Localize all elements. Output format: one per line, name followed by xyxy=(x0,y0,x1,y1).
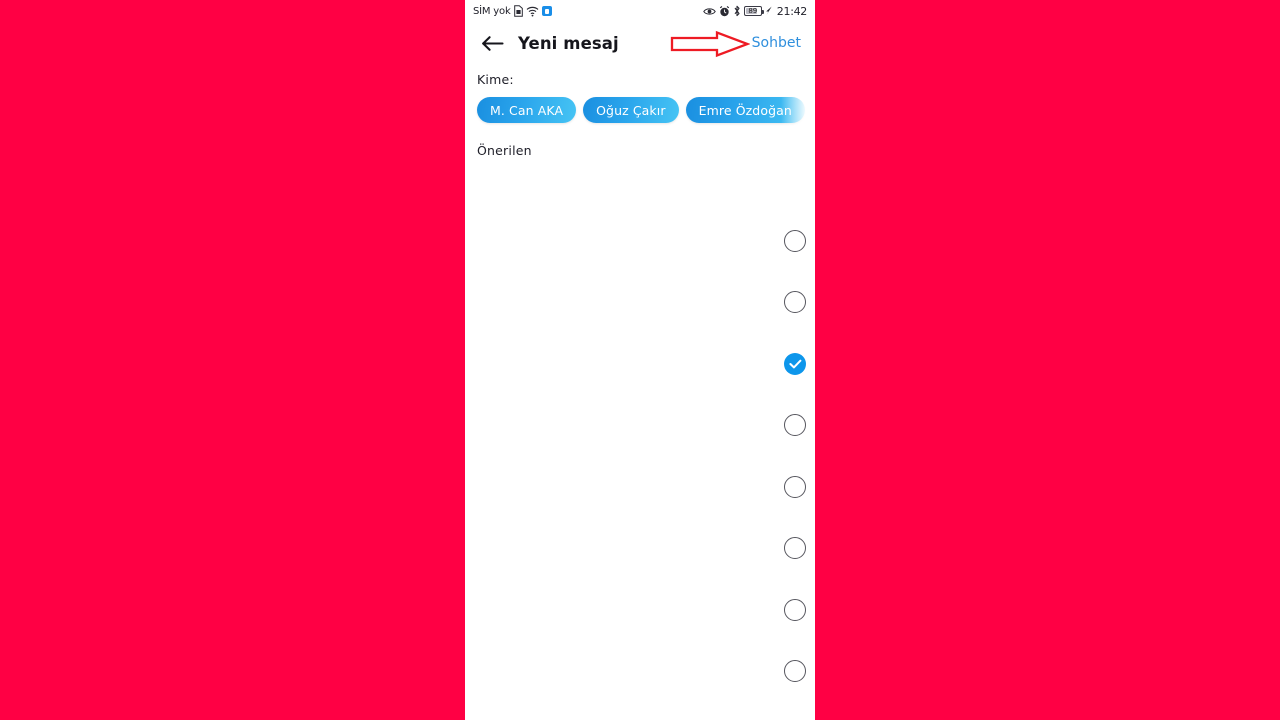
vibrate-icon xyxy=(765,6,773,16)
list-item[interactable] xyxy=(465,641,815,703)
select-radio-unchecked-icon[interactable] xyxy=(784,291,806,314)
to-field-label: Kime: xyxy=(477,72,514,87)
list-item[interactable] xyxy=(465,395,815,457)
app-badge-icon xyxy=(541,6,552,16)
recipient-chip[interactable]: M. Can AKA xyxy=(477,97,577,123)
list-item[interactable] xyxy=(465,272,815,334)
recipient-chips-row[interactable]: M. Can AKA Oğuz Çakır Emre Özdoğan Ömer xyxy=(465,94,815,126)
clock-label: 21:42 xyxy=(776,4,808,18)
list-item[interactable] xyxy=(465,579,815,641)
suggestion-list xyxy=(465,210,815,702)
list-item[interactable] xyxy=(465,333,815,395)
alarm-icon xyxy=(719,5,730,17)
select-radio-checked-icon[interactable] xyxy=(784,352,806,375)
bluetooth-icon xyxy=(733,5,741,17)
select-radio-unchecked-icon[interactable] xyxy=(784,537,806,560)
app-bar: Yeni mesaj Sohbet xyxy=(465,22,815,64)
status-bar: SİM yok 89 21:42 xyxy=(465,0,815,22)
select-radio-unchecked-icon[interactable] xyxy=(784,660,806,683)
select-radio-unchecked-icon[interactable] xyxy=(784,598,806,621)
wifi-icon xyxy=(526,6,539,17)
status-bar-left: SİM yok xyxy=(473,5,552,17)
list-item[interactable] xyxy=(465,518,815,580)
recipient-chip[interactable]: Oğuz Çakır xyxy=(583,97,679,123)
sim-card-icon xyxy=(513,5,523,17)
select-radio-unchecked-icon[interactable] xyxy=(784,475,806,498)
chat-action-button[interactable]: Sohbet xyxy=(752,35,803,51)
select-radio-unchecked-icon[interactable] xyxy=(784,414,806,437)
recipient-chip[interactable]: Emre Özdoğan xyxy=(685,97,805,123)
back-arrow-icon[interactable] xyxy=(479,30,505,56)
annotation-arrow-icon xyxy=(670,30,750,58)
recipient-chip[interactable]: Ömer xyxy=(811,97,815,123)
page-title: Yeni mesaj xyxy=(518,33,619,53)
status-bar-right: 89 21:42 xyxy=(703,5,807,18)
list-item[interactable] xyxy=(465,210,815,272)
list-item[interactable] xyxy=(465,456,815,518)
eye-icon xyxy=(703,7,716,16)
phone-screen: SİM yok 89 21:42 Yeni mesaj Sohbet Kime:… xyxy=(465,0,815,720)
battery-level-label: 89 xyxy=(748,6,758,15)
carrier-label: SİM yok xyxy=(473,5,511,17)
select-radio-unchecked-icon[interactable] xyxy=(784,229,806,252)
suggested-section-label: Önerilen xyxy=(477,143,532,158)
screenshot-canvas: SİM yok 89 21:42 Yeni mesaj Sohbet Kime:… xyxy=(0,0,1280,720)
battery-icon: 89 xyxy=(743,6,764,16)
